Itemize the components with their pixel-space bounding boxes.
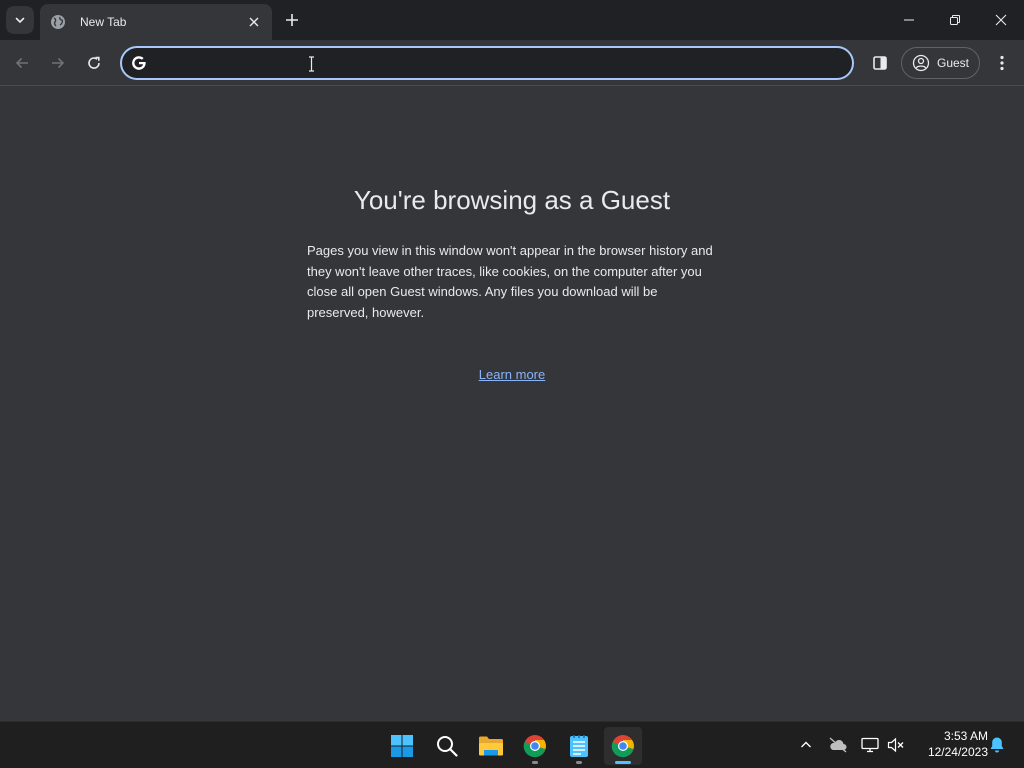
chrome-taskbar-button[interactable]: [516, 727, 554, 765]
close-icon: [249, 17, 259, 27]
side-panel-icon: [873, 56, 887, 70]
chevron-down-icon: [15, 17, 25, 24]
minimize-button[interactable]: [886, 0, 932, 40]
back-button[interactable]: [8, 49, 36, 77]
onedrive-tray-button[interactable]: [826, 734, 850, 756]
restore-button[interactable]: [932, 0, 978, 40]
chrome-guest-taskbar-button[interactable]: [604, 727, 642, 765]
network-tray-button[interactable]: [858, 734, 882, 756]
taskbar: 3:53 AM 12/24/2023: [0, 721, 1024, 768]
start-icon: [391, 735, 413, 757]
restore-icon: [950, 15, 960, 25]
notifications-button[interactable]: [985, 734, 1009, 756]
tab-close-button[interactable]: [246, 14, 262, 30]
forward-button[interactable]: [44, 49, 72, 77]
google-g-icon: [131, 55, 147, 71]
profile-label: Guest: [937, 56, 970, 70]
plus-icon: [286, 14, 298, 26]
taskbar-search-button[interactable]: [428, 727, 466, 765]
tab-new-tab[interactable]: New Tab: [40, 4, 272, 40]
file-explorer-icon: [479, 736, 503, 756]
running-indicator: [532, 761, 538, 764]
guest-description: Pages you view in this window won't appe…: [307, 243, 713, 320]
reload-button[interactable]: [80, 49, 108, 77]
start-button[interactable]: [383, 727, 421, 765]
profile-button[interactable]: Guest: [901, 47, 980, 79]
chrome-icon: [611, 735, 634, 758]
clock-date: 12/24/2023: [927, 745, 988, 759]
volume-muted-icon: [887, 737, 904, 753]
file-explorer-button[interactable]: [472, 727, 510, 765]
guest-avatar-icon: [912, 54, 930, 72]
tab-title: New Tab: [80, 15, 127, 29]
side-panel-button[interactable]: [866, 49, 894, 77]
notepad-icon: [570, 735, 588, 757]
notepad-taskbar-button[interactable]: [560, 727, 598, 765]
learn-more-link[interactable]: Learn more: [479, 367, 545, 382]
arrow-left-icon: [15, 57, 28, 69]
address-bar[interactable]: [120, 46, 854, 80]
network-icon: [861, 737, 879, 753]
learn-more-container: Learn more: [0, 367, 1024, 382]
system-clock[interactable]: 3:53 AM 12/24/2023: [912, 728, 988, 760]
active-indicator: [615, 761, 631, 764]
address-input[interactable]: [147, 48, 852, 78]
running-indicator: [576, 761, 582, 764]
cloud-offline-icon: [829, 737, 847, 753]
arrow-right-icon: [52, 57, 65, 69]
page-title: You're browsing as a Guest: [353, 185, 671, 215]
chevron-up-icon: [801, 741, 811, 748]
more-vert-icon: [1000, 55, 1004, 71]
globe-icon: [50, 14, 66, 30]
reload-icon: [88, 56, 100, 69]
minimize-icon: [904, 19, 914, 21]
toolbar: Guest: [0, 40, 1024, 86]
close-icon: [995, 14, 1007, 26]
tab-search-button[interactable]: [6, 6, 34, 34]
guest-page: You're browsing as a Guest Pages you vie…: [0, 87, 1024, 721]
bell-icon: [990, 737, 1004, 753]
close-window-button[interactable]: [978, 0, 1024, 40]
show-hidden-icons-button[interactable]: [794, 734, 818, 756]
chrome-icon: [523, 735, 546, 758]
tab-strip: New Tab: [0, 0, 1024, 40]
clock-time: 3:53 AM: [943, 729, 988, 743]
volume-tray-button[interactable]: [884, 734, 908, 756]
search-icon: [437, 736, 458, 757]
text-cursor-icon: [308, 56, 314, 72]
new-tab-button[interactable]: [280, 8, 304, 32]
menu-button[interactable]: [988, 49, 1016, 77]
